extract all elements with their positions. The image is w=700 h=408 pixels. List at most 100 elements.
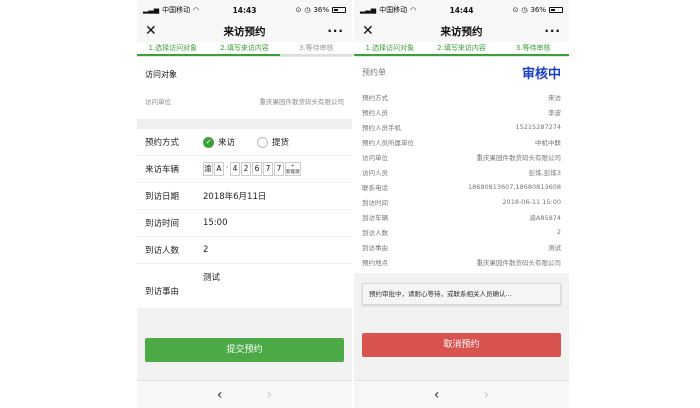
detail-value: 2018-06-11 15:00 <box>502 197 561 206</box>
method-radio-visit[interactable]: ✓ 来访 <box>203 136 235 148</box>
date-value[interactable]: 2018年6月11日 <box>203 190 266 202</box>
detail-row: 访问单位 重庆果园件散货码头有限公司 <box>354 149 569 164</box>
page-title: 来访预约 <box>223 25 266 38</box>
submit-button[interactable]: 提交预约 <box>145 338 344 362</box>
detail-row: 到访时间 2018-06-11 15:00 <box>354 194 569 209</box>
date-label: 到访日期 <box>145 192 180 202</box>
alarm-icon: ◷ <box>304 6 311 14</box>
status-bar: ▂▃▅ 中国移动 ◠ 14:44 ⊙ ◷ 36% <box>354 0 569 20</box>
page-title: 来访预约 <box>440 25 483 38</box>
plate-char[interactable]: 6 <box>252 162 262 176</box>
cancel-button[interactable]: 取消预约 <box>362 333 561 357</box>
plate-char[interactable]: 7 <box>263 162 273 176</box>
detail-row: 访问人员 彭炼,彭炼3 <box>354 164 569 179</box>
orientation-lock-icon: ⊙ <box>295 6 302 14</box>
step-2: 2.填写来访内容 <box>208 42 281 56</box>
detail-value: 18680813607,18680813608 <box>467 182 561 191</box>
step-indicator: 1.选择访问对象 2.填写来访内容 3.等待审核 <box>137 42 352 57</box>
alarm-icon: ◷ <box>521 6 528 14</box>
detail-value: 李波 <box>548 108 561 117</box>
method-label: 预约方式 <box>145 138 180 148</box>
detail-row: 预约地点 重庆果园件散货码头有限公司 <box>354 254 569 269</box>
radio-checked-icon: ✓ <box>203 136 214 148</box>
nav-bar: ✕ 来访预约 ··· <box>354 20 569 42</box>
step-3: 3.等待审核 <box>280 42 352 56</box>
detail-label: 预约人员 <box>362 108 388 117</box>
close-icon[interactable]: ✕ <box>362 23 374 39</box>
forward-icon[interactable]: › <box>267 387 273 403</box>
detail-value: 重庆果园件散货码头有限公司 <box>476 258 562 267</box>
plate-char[interactable]: 渝 <box>203 162 213 176</box>
visit-unit-value: 重庆果园件散货码头有限公司 <box>259 98 345 106</box>
time-row[interactable]: 到访时间 15:00 <box>137 210 352 237</box>
detail-label: 到访事由 <box>362 243 388 252</box>
detail-value: 渝A85874 <box>529 213 561 222</box>
section-title: 访问对象 <box>137 57 352 86</box>
back-icon[interactable]: ‹ <box>434 387 440 403</box>
detail-row: 到访事由 测试 <box>354 239 569 254</box>
battery-percent: 36% <box>313 6 329 14</box>
detail-value: 重庆果园件散货码头有限公司 <box>476 153 562 162</box>
time-value[interactable]: 15:00 <box>203 218 228 228</box>
reason-label: 到访事由 <box>145 287 180 297</box>
plate-input[interactable]: 渝 A · 4 2 6 7 7 + 新能源 <box>203 162 301 176</box>
reason-row[interactable]: 到访事由 测试 <box>137 264 352 309</box>
count-value[interactable]: 2 <box>203 245 208 255</box>
step-1: 1.选择访问对象 <box>137 42 209 56</box>
detail-value: 15215287274 <box>515 122 562 131</box>
detail-label: 访问单位 <box>362 153 388 162</box>
more-menu-icon[interactable]: ··· <box>544 24 561 38</box>
step-indicator: 1.选择访问对象 2.填写来访内容 3.等待审核 <box>354 42 569 57</box>
radio-unchecked-icon <box>257 136 269 148</box>
detail-label: 访问人员 <box>362 168 388 177</box>
close-icon[interactable]: ✕ <box>145 23 157 39</box>
battery-icon <box>549 7 563 13</box>
detail-label: 预约地点 <box>362 258 388 267</box>
step-2: 2.填写来访内容 <box>425 42 498 56</box>
plate-char[interactable]: 2 <box>241 162 251 176</box>
visit-unit-row: 访问单位 重庆果园件散货码头有限公司 <box>137 86 352 119</box>
status-badge: 审核中 <box>521 67 561 82</box>
detail-value: 2 <box>556 227 561 236</box>
time-label: 到访时间 <box>145 219 180 229</box>
vehicle-label: 来访车辆 <box>145 165 180 175</box>
reason-textarea[interactable]: 测试 <box>203 271 220 283</box>
new-energy-plate-button[interactable]: + 新能源 <box>285 162 301 176</box>
detail-value: 来访 <box>548 93 561 102</box>
vehicle-row: 来访车辆 渝 A · 4 2 6 7 7 + 新能源 <box>137 156 352 183</box>
date-row[interactable]: 到访日期 2018年6月11日 <box>137 183 352 210</box>
count-row[interactable]: 到访人数 2 <box>137 237 352 264</box>
detail-row: 预约人员 李波 <box>354 104 569 119</box>
detail-value: 测试 <box>548 243 561 252</box>
more-menu-icon[interactable]: ··· <box>327 24 344 38</box>
bottom-nav: ‹ › <box>137 380 352 408</box>
battery-icon <box>332 7 346 13</box>
method-pickup-label: 提货 <box>272 138 290 148</box>
method-radio-pickup[interactable]: 提货 <box>257 136 289 148</box>
plate-char[interactable]: 7 <box>274 162 284 176</box>
order-details: 预约方式 来访 预约人员 李波 预约人员手机 15215287274 预约人员所属单位… <box>354 88 569 273</box>
pending-notice: 预约审批中，请耐心等待，或联系相关人员确认... <box>362 283 561 305</box>
detail-row: 到访人数 2 <box>354 224 569 239</box>
back-icon[interactable]: ‹ <box>217 387 223 403</box>
visit-unit-label: 访问单位 <box>145 98 171 106</box>
bottom-nav: ‹ › <box>354 380 569 408</box>
divider <box>137 119 352 129</box>
step-3: 3.等待审核 <box>497 42 569 56</box>
visit-form: 预约方式 ✓ 来访 提货 来访车辆 渝 A · 4 2 6 7 7 +新能源 <box>137 129 352 309</box>
nav-bar: ✕ 来访预约 ··· <box>137 20 352 42</box>
order-header: 预约单 审核中 <box>354 57 569 88</box>
detail-label: 预约人员所属单位 <box>362 138 414 147</box>
method-row: 预约方式 ✓ 来访 提货 <box>137 129 352 156</box>
detail-label: 联系电话 <box>362 183 388 192</box>
plate-char[interactable]: 4 <box>230 162 240 176</box>
method-visit-label: 来访 <box>218 138 236 148</box>
phone-screen-review: ▂▃▅ 中国移动 ◠ 14:44 ⊙ ◷ 36% ✕ 来访预约 ··· 1.选择… <box>354 0 569 408</box>
forward-icon[interactable]: › <box>484 387 490 403</box>
detail-value: 彭炼,彭炼3 <box>528 168 561 177</box>
plate-char[interactable]: A <box>214 162 224 176</box>
phone-screen-form: ▂▃▅ 中国移动 ◠ 14:43 ⊙ ◷ 36% ✕ 来访预约 ··· 1.选择… <box>137 0 352 408</box>
detail-row: 联系电话 18680813607,18680813608 <box>354 179 569 194</box>
plate-separator: · <box>225 163 229 172</box>
detail-label: 到访时间 <box>362 198 388 207</box>
